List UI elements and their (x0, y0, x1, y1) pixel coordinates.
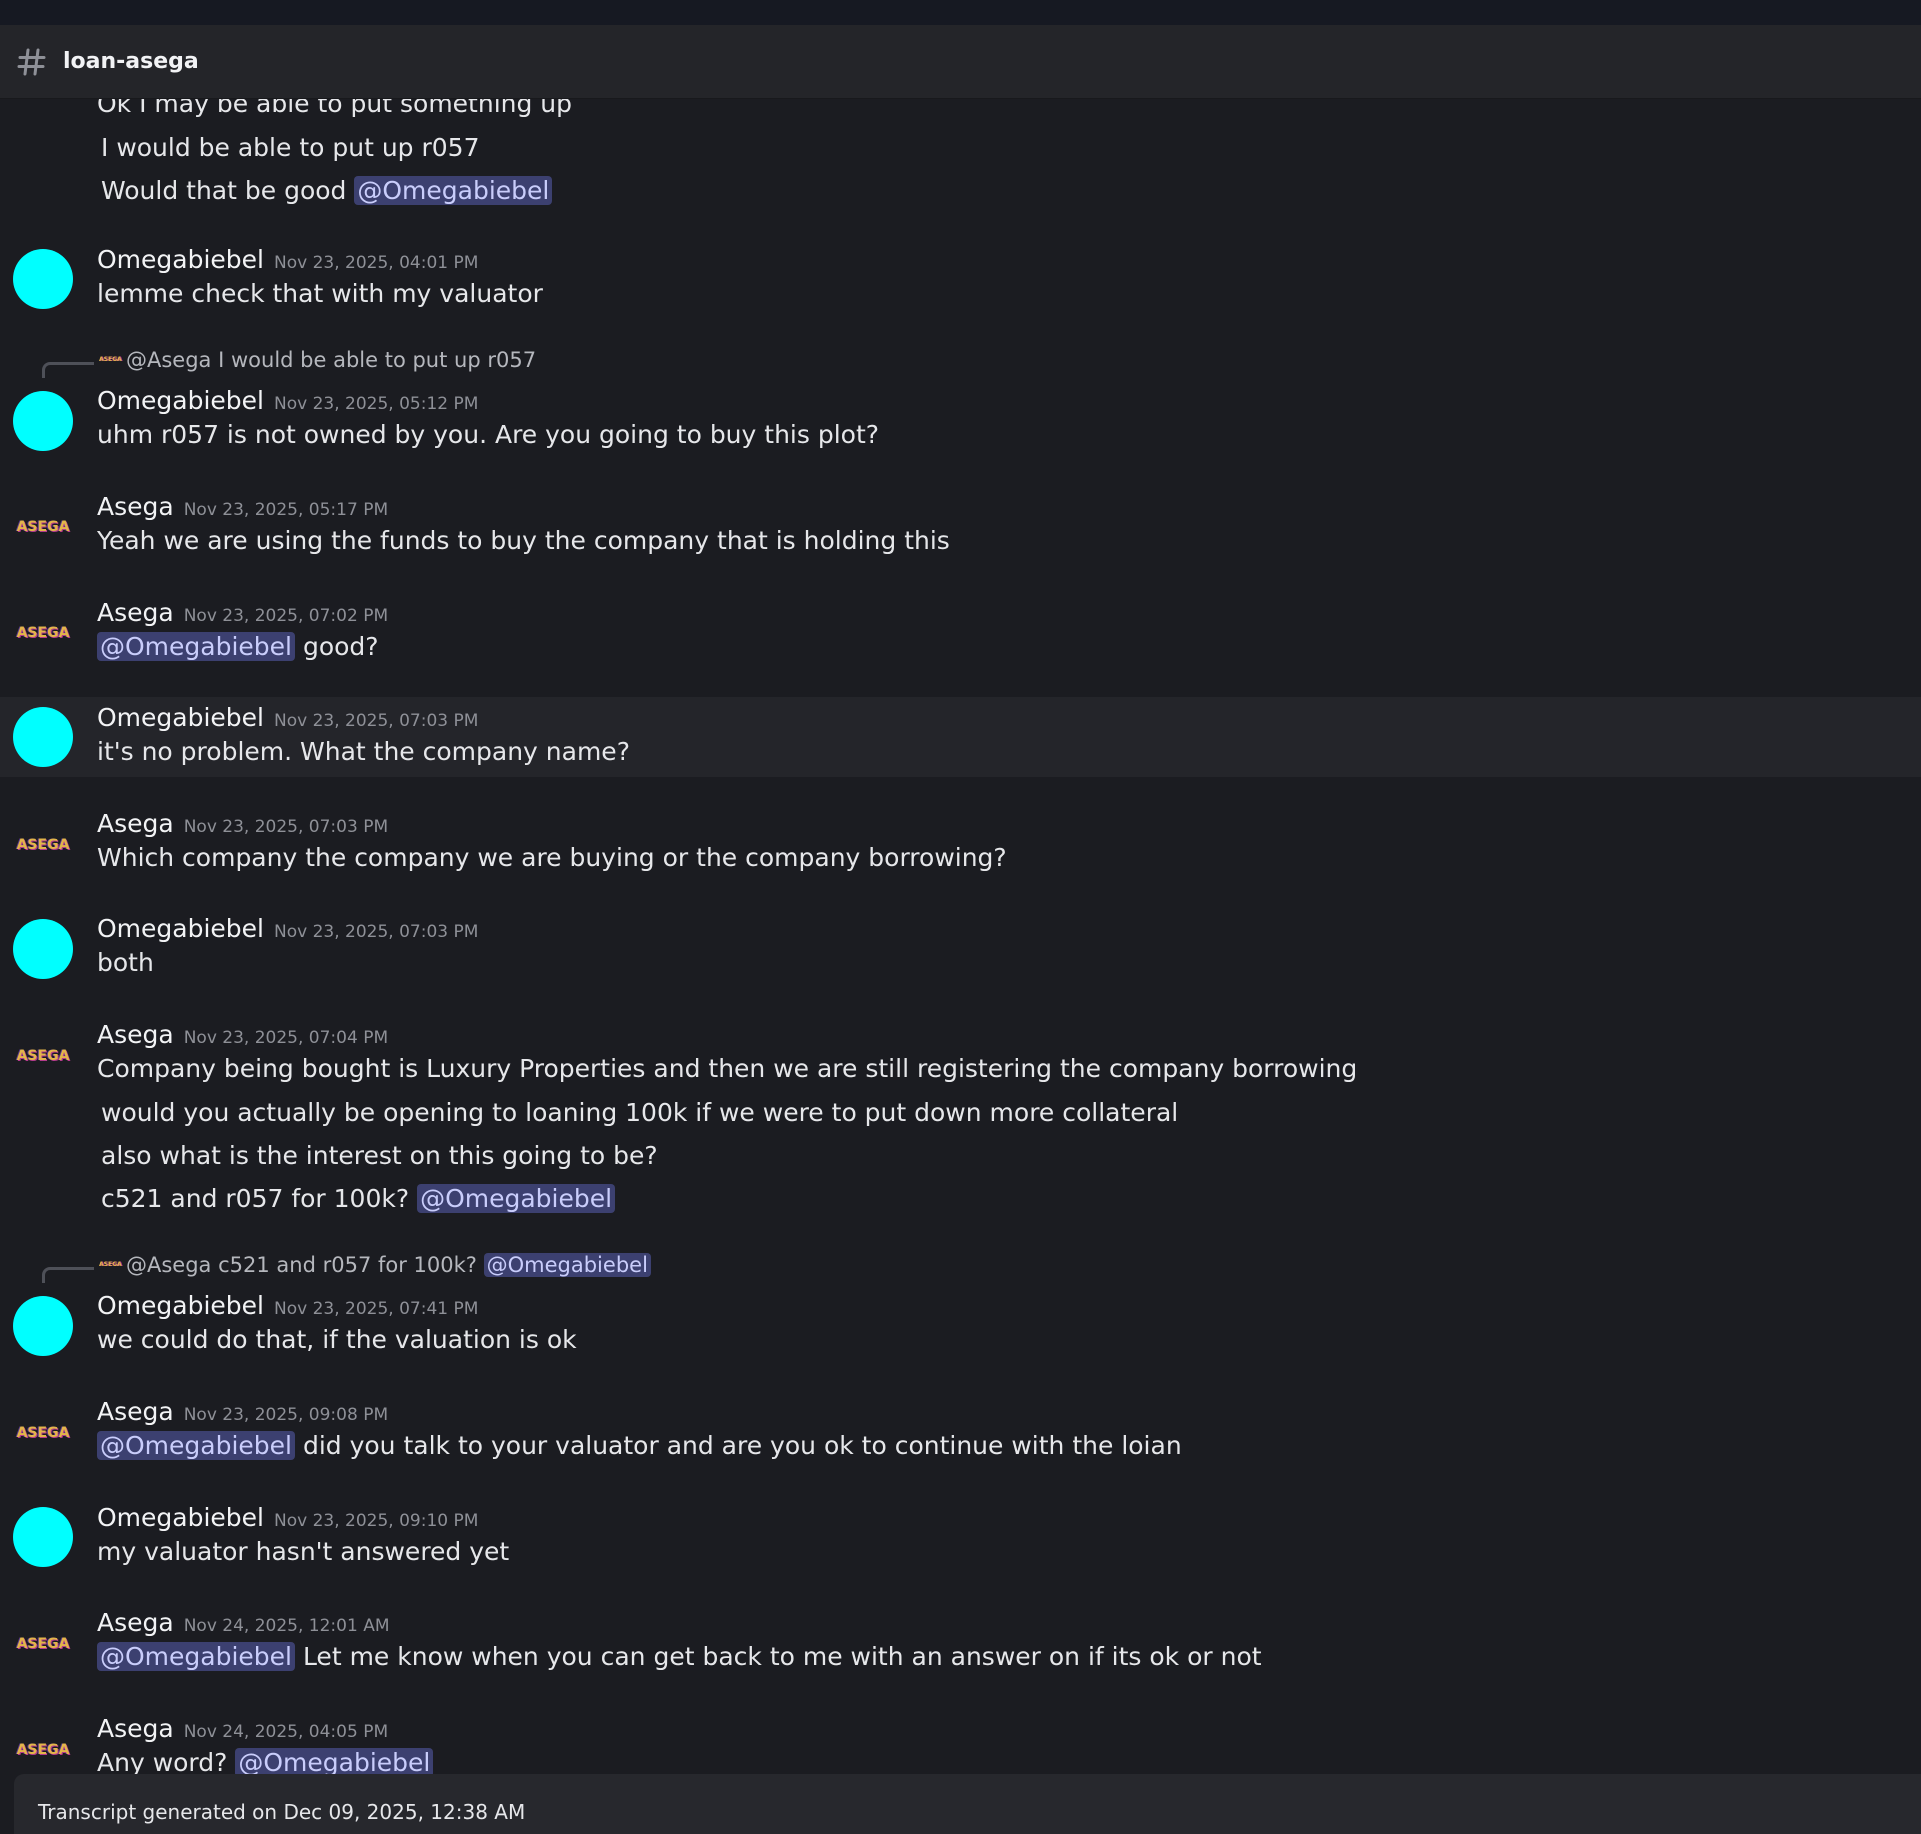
message-continued: Ok I may be able to put something up I w… (0, 99, 1921, 209)
author-name[interactable]: Omegabiebel (97, 703, 264, 732)
message-text: uhm r057 is not owned by you. Are you go… (97, 420, 880, 449)
message-text: both (97, 948, 154, 977)
timestamp: Nov 24, 2025, 04:05 PM (183, 1722, 389, 1742)
avatar[interactable]: ASEGA (14, 621, 72, 645)
message-text: Any word? @Omegabiebel (97, 1748, 434, 1774)
reply-spine (42, 362, 94, 378)
message: ASEGA Asega Nov 23, 2025, 07:03 PM Which … (0, 803, 1921, 883)
message-hovered: Omegabiebel Nov 23, 2025, 07:03 PM it's n… (0, 697, 1921, 777)
avatar[interactable]: ASEGA (14, 1632, 72, 1656)
timestamp: Nov 23, 2025, 07:02 PM (183, 606, 389, 626)
channel-header: loan-asega (0, 25, 1921, 99)
avatar[interactable] (13, 707, 73, 767)
avatar[interactable]: ASEGA (14, 833, 72, 857)
reply-reference[interactable]: ASEGA @Asega I would be able to put up r… (0, 346, 900, 380)
timestamp: Nov 23, 2025, 09:10 PM (274, 1511, 479, 1531)
message-text: Which company the company we are buying … (97, 843, 1007, 872)
message: ASEGA Asega Nov 23, 2025, 07:02 PM @Omega… (0, 592, 1921, 672)
author-name[interactable]: Omegabiebel (97, 1503, 264, 1532)
message-text: would you actually be opening to loaning… (101, 1098, 1179, 1127)
timestamp: Nov 23, 2025, 07:03 PM (183, 817, 389, 837)
user-mention[interactable]: @Omegabiebel (354, 176, 553, 205)
reply-avatar: ASEGA (99, 1261, 122, 1268)
message: ASEGA Asega Nov 24, 2025, 12:01 AM @Omega… (0, 1602, 1921, 1682)
timestamp: Nov 23, 2025, 05:17 PM (183, 500, 389, 520)
message: ASEGA Asega Nov 23, 2025, 09:08 PM @Omega… (0, 1391, 1921, 1471)
author-name[interactable]: Omegabiebel (97, 245, 264, 274)
reply-text: c521 and r057 for 100k? (218, 1253, 484, 1277)
timestamp: Nov 23, 2025, 07:04 PM (183, 1028, 389, 1048)
transcript-footer: Transcript generated on Dec 09, 2025, 12… (14, 1774, 1921, 1834)
message-text: c521 and r057 for 100k? @Omegabiebel (101, 1184, 616, 1213)
reply-spine (42, 1267, 94, 1283)
reply-text: I would be able to put up r057 (218, 348, 537, 372)
author-name[interactable]: Omegabiebel (97, 386, 264, 415)
reply-avatar: ASEGA (99, 356, 122, 363)
message: Omegabiebel Nov 23, 2025, 07:41 PM we cou… (0, 1285, 1921, 1365)
author-name[interactable]: Asega (97, 492, 174, 521)
message-text: Ok I may be able to put something up (97, 99, 573, 118)
avatar[interactable] (13, 391, 73, 451)
avatar[interactable]: ASEGA (14, 1044, 72, 1068)
timestamp: Nov 23, 2025, 05:12 PM (274, 394, 479, 414)
timestamp: Nov 23, 2025, 07:03 PM (274, 711, 479, 731)
transcript-generated-text: Transcript generated on Dec 09, 2025, 12… (38, 1800, 526, 1824)
message: Omegabiebel Nov 23, 2025, 05:12 PM uhm r0… (0, 380, 1921, 460)
avatar[interactable]: ASEGA (14, 1738, 72, 1762)
message-text: lemme check that with my valuator (97, 279, 543, 308)
message-text: Would that be good @Omegabiebel (101, 176, 553, 205)
message-text: I would be able to put up r057 (101, 133, 480, 162)
hash-icon (15, 45, 49, 79)
channel-name: loan-asega (63, 49, 199, 74)
message: ASEGA Asega Nov 23, 2025, 05:17 PM Yeah w… (0, 486, 1921, 566)
reply-reference[interactable]: ASEGA @Asega c521 and r057 for 100k? @Om… (0, 1251, 900, 1285)
message-text: @Omegabiebel good? (97, 632, 379, 661)
message: Omegabiebel Nov 23, 2025, 07:03 PM both (0, 908, 1921, 988)
timestamp: Nov 23, 2025, 07:41 PM (274, 1299, 479, 1319)
message-text: @Omegabiebel did you talk to your valuat… (97, 1431, 1182, 1460)
author-name[interactable]: Asega (97, 1714, 174, 1743)
user-mention[interactable]: @Omegabiebel (235, 1748, 434, 1774)
message: ASEGA Asega Nov 24, 2025, 04:05 PM Any wo… (0, 1708, 1921, 1774)
message: Omegabiebel Nov 23, 2025, 04:01 PM lemme … (0, 239, 1921, 339)
user-mention[interactable]: @Omegabiebel (97, 1431, 295, 1460)
avatar[interactable] (13, 919, 73, 979)
timestamp: Nov 23, 2025, 07:03 PM (274, 922, 479, 942)
author-name[interactable]: Omegabiebel (97, 914, 264, 943)
author-name[interactable]: Asega (97, 809, 174, 838)
message-text: Company being bought is Luxury Propertie… (97, 1054, 1358, 1083)
author-name[interactable]: Asega (97, 598, 174, 627)
reply-author: @Asega (126, 348, 212, 372)
author-name[interactable]: Asega (97, 1397, 174, 1426)
message-text: it's no problem. What the company name? (97, 737, 630, 766)
timestamp: Nov 23, 2025, 04:01 PM (274, 253, 479, 273)
message-text: Yeah we are using the funds to buy the c… (97, 526, 950, 555)
author-name[interactable]: Asega (97, 1020, 174, 1049)
reply-author: @Asega (126, 1253, 212, 1277)
message-list[interactable]: Ok I may be able to put something up I w… (0, 99, 1921, 1774)
user-mention[interactable]: @Omegabiebel (97, 1642, 295, 1671)
message-text: we could do that, if the valuation is ok (97, 1325, 577, 1354)
avatar[interactable]: ASEGA (14, 1421, 72, 1445)
user-mention[interactable]: @Omegabiebel (97, 632, 295, 661)
window-top-strip (0, 0, 1921, 25)
avatar[interactable] (13, 1507, 73, 1567)
message-text: also what is the interest on this going … (101, 1141, 658, 1170)
timestamp: Nov 24, 2025, 12:01 AM (183, 1616, 390, 1636)
author-name[interactable]: Asega (97, 1608, 174, 1637)
user-mention[interactable]: @Omegabiebel (417, 1184, 616, 1213)
message-text: my valuator hasn't answered yet (97, 1537, 510, 1566)
avatar[interactable] (13, 1296, 73, 1356)
message: Omegabiebel Nov 23, 2025, 09:10 PM my val… (0, 1497, 1921, 1577)
avatar[interactable]: ASEGA (14, 515, 72, 539)
avatar[interactable] (13, 249, 73, 309)
message-text: @Omegabiebel Let me know when you can ge… (97, 1642, 1262, 1671)
timestamp: Nov 23, 2025, 09:08 PM (183, 1405, 389, 1425)
author-name[interactable]: Omegabiebel (97, 1291, 264, 1320)
message: ASEGA Asega Nov 23, 2025, 07:04 PM Compan… (0, 1014, 1921, 1214)
user-mention[interactable]: @Omegabiebel (483, 1253, 651, 1277)
